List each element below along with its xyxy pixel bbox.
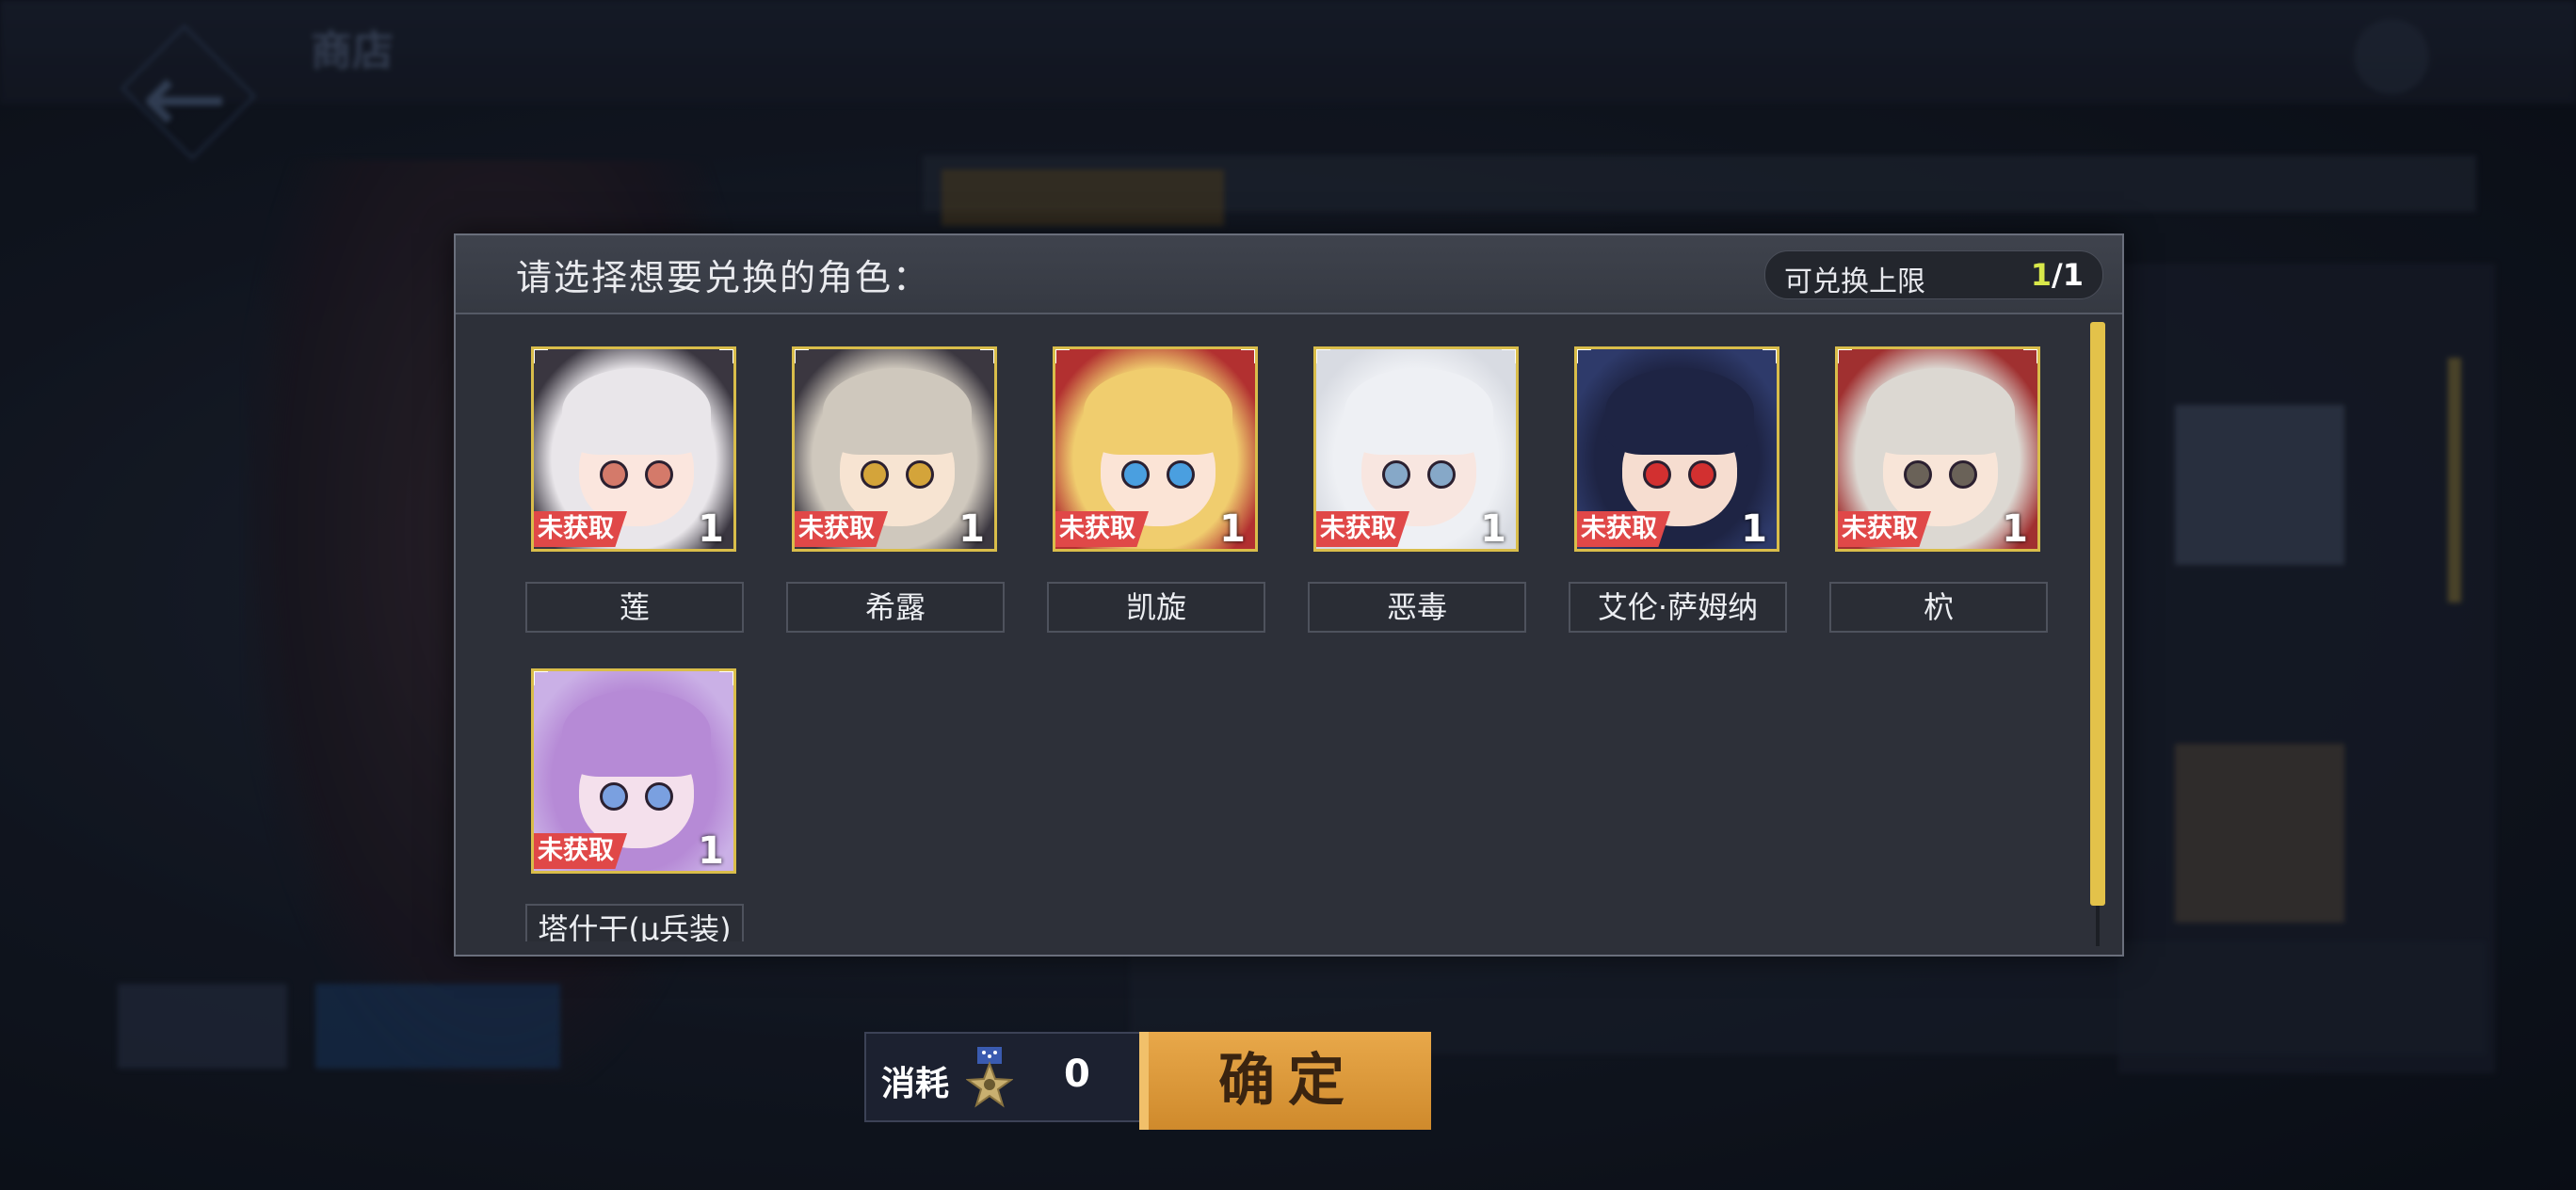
exchange-limit-label: 可兑换上限	[1784, 265, 1925, 298]
cost-display: 消耗 0	[864, 1032, 1147, 1122]
character-name: 希露	[786, 582, 1005, 633]
character-name: 柼	[1829, 582, 2048, 633]
character-name: 凯旋	[1047, 582, 1265, 633]
portrait-eye	[906, 460, 934, 489]
portrait-eye	[1688, 460, 1716, 489]
character-portrait[interactable]: 未获取 1	[792, 346, 997, 552]
portrait-eye	[1643, 460, 1671, 489]
not-obtained-badge: 未获取	[1577, 511, 1670, 547]
portrait-eye	[1167, 460, 1195, 489]
character-count: 1	[1480, 507, 1506, 551]
character-count: 1	[1219, 507, 1246, 551]
character-name: 莲	[525, 582, 744, 633]
portrait-eye	[600, 460, 628, 489]
not-obtained-badge: 未获取	[1838, 511, 1931, 547]
confirm-button[interactable]: 确定	[1139, 1032, 1431, 1130]
character-portrait[interactable]: 未获取 1	[1574, 346, 1779, 552]
portrait-eye	[1904, 460, 1932, 489]
portrait-bangs	[823, 368, 972, 455]
character-name: 艾伦·萨姆纳	[1569, 582, 1787, 633]
character-card[interactable]: 未获取 1 恶毒	[1308, 346, 1530, 638]
character-card[interactable]: 未获取 1 凯旋	[1047, 346, 1269, 638]
character-card[interactable]: 未获取 1 塔什干(μ兵装)	[525, 668, 748, 941]
character-count: 1	[1741, 507, 1767, 551]
not-obtained-badge: 未获取	[534, 833, 627, 869]
character-count: 1	[958, 507, 985, 551]
character-select-dialog: 请选择想要兑换的角色： 可兑换上限 1/1 未获取 1 莲未获取 1 希露 未获取 1 凯旋未…	[454, 233, 2124, 957]
not-obtained-badge: 未获取	[1316, 511, 1409, 547]
portrait-bangs	[562, 368, 711, 455]
medal-icon	[966, 1047, 1013, 1108]
character-name: 塔什干(μ兵装)	[525, 904, 744, 941]
character-card[interactable]: 未获取 1 艾伦·萨姆纳	[1569, 346, 1791, 638]
exchange-limit-max: /1	[2052, 257, 2084, 293]
exchange-limit-indicator: 可兑换上限 1/1	[1764, 250, 2103, 299]
character-portrait[interactable]: 未获取 1	[1313, 346, 1519, 552]
character-card[interactable]: 未获取 1 莲	[525, 346, 748, 638]
portrait-bangs	[1605, 368, 1754, 455]
character-count: 1	[698, 829, 724, 873]
character-count: 1	[698, 507, 724, 551]
character-portrait[interactable]: 未获取 1	[531, 668, 736, 874]
portrait-eye	[1949, 460, 1977, 489]
not-obtained-badge: 未获取	[534, 511, 627, 547]
character-count: 1	[2002, 507, 2028, 551]
portrait-bangs	[1344, 368, 1493, 455]
portrait-eye	[861, 460, 889, 489]
character-card[interactable]: 未获取 1 希露	[786, 346, 1008, 638]
cost-value: 0	[1064, 1053, 1090, 1096]
not-obtained-badge: 未获取	[795, 511, 888, 547]
dialog-title: 请选择想要兑换的角色：	[516, 257, 931, 298]
portrait-bangs	[1866, 368, 2015, 455]
portrait-bangs	[1084, 368, 1232, 455]
portrait-bangs	[562, 690, 711, 777]
scrollbar-thumb[interactable]	[2090, 322, 2105, 906]
portrait-eye	[645, 460, 673, 489]
character-portrait[interactable]: 未获取 1	[1053, 346, 1258, 552]
character-portrait[interactable]: 未获取 1	[531, 346, 736, 552]
character-card[interactable]: 未获取 1 柼	[1829, 346, 2052, 638]
portrait-eye	[1382, 460, 1410, 489]
exchange-limit-value: 1/1	[2031, 257, 2084, 293]
character-portrait[interactable]: 未获取 1	[1835, 346, 2040, 552]
portrait-eye	[600, 782, 628, 811]
cost-label: 消耗	[881, 1065, 950, 1103]
character-name: 恶毒	[1308, 582, 1526, 633]
portrait-eye	[1427, 460, 1456, 489]
not-obtained-badge: 未获取	[1055, 511, 1149, 547]
portrait-eye	[645, 782, 673, 811]
portrait-eye	[1121, 460, 1150, 489]
exchange-limit-current: 1	[2030, 257, 2053, 293]
dialog-header: 请选择想要兑换的角色： 可兑换上限 1/1	[456, 235, 2122, 314]
